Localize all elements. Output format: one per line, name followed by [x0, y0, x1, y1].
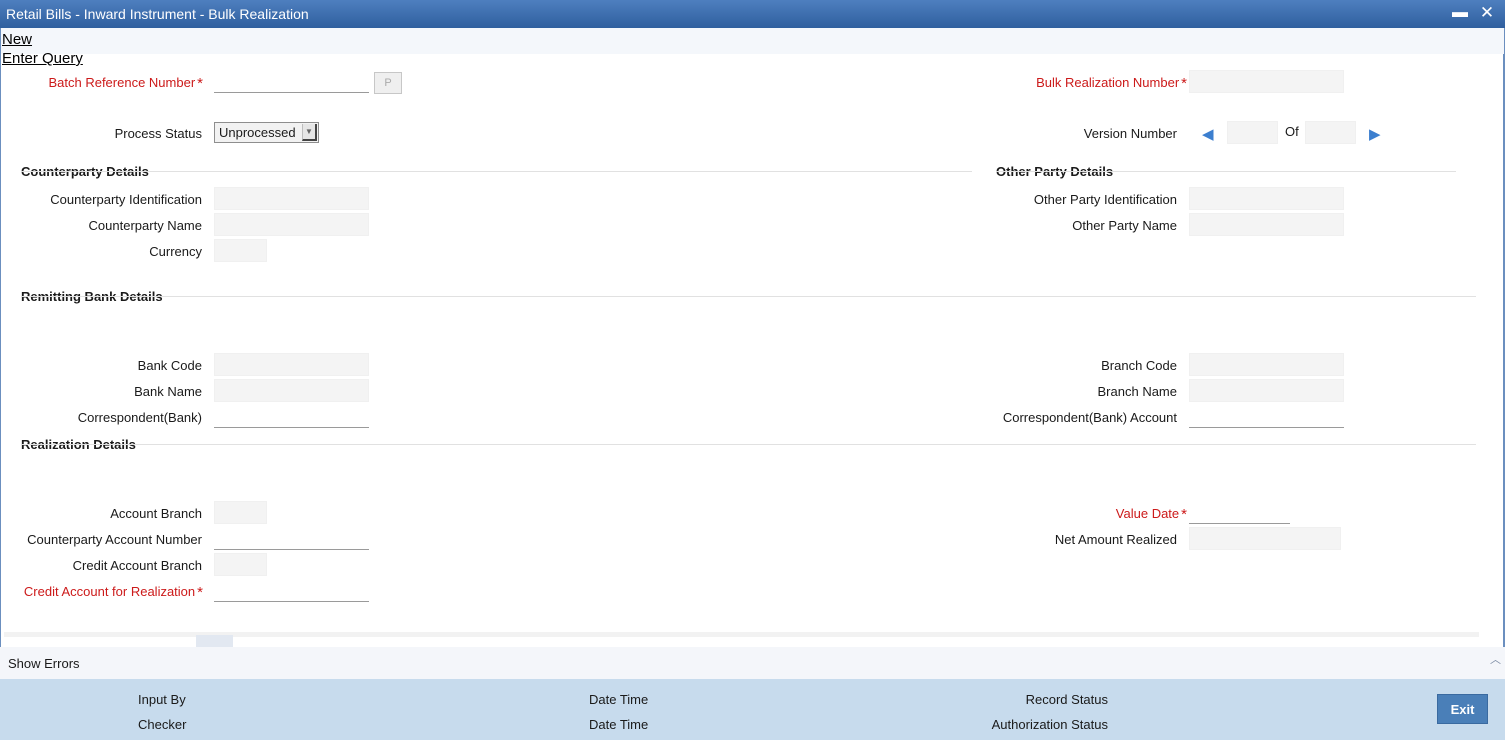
frame-border-left — [0, 28, 1, 740]
errors-bar: Show Errors ︿ — [0, 647, 1505, 679]
version-total-input[interactable] — [1305, 121, 1356, 144]
batch-reference-number-input[interactable] — [214, 70, 369, 93]
pick-list-button[interactable]: P — [374, 72, 402, 94]
account-branch-label: Account Branch — [110, 506, 202, 521]
authorization-status-label: Authorization Status — [991, 717, 1108, 732]
account-branch-input[interactable] — [214, 501, 267, 524]
net-amount-realized-input[interactable] — [1189, 527, 1341, 550]
version-number-label: Version Number — [1083, 126, 1177, 141]
chevron-up-icon[interactable]: ︿ — [1490, 651, 1501, 667]
version-of-label: Of — [1285, 124, 1299, 139]
correspondent-bank-label: Correspondent(Bank) — [77, 410, 202, 425]
audit-footer: Input By Checker Date Time Date Time Rec… — [0, 679, 1505, 740]
currency-input[interactable] — [214, 239, 267, 262]
show-errors-link[interactable]: Show Errors — [8, 656, 80, 671]
other-party-identification-label: Other Party Identification — [1033, 192, 1177, 207]
window-title: Retail Bills - Inward Instrument - Bulk … — [6, 6, 309, 22]
currency-label: Currency — [149, 244, 202, 259]
counterparty-name-input[interactable] — [214, 213, 369, 236]
minimize-icon[interactable]: ▬ — [1450, 3, 1470, 23]
net-amount-realized-label: Net Amount Realized — [1054, 532, 1177, 547]
enter-query-link[interactable]: Enter Query — [2, 50, 83, 67]
section-divider — [21, 171, 972, 172]
other-party-identification-input[interactable] — [1189, 187, 1344, 210]
counterparty-account-number-label: Counterparty Account Number — [27, 532, 202, 547]
counterparty-account-number-input[interactable] — [214, 527, 369, 550]
bank-name-input[interactable] — [214, 379, 369, 402]
collapsed-tab[interactable] — [196, 635, 233, 647]
bulk-realization-number-input[interactable] — [1189, 70, 1344, 93]
close-icon[interactable]: ✕ — [1477, 3, 1497, 23]
correspondent-bank-account-input[interactable] — [1189, 405, 1344, 428]
branch-code-label: Branch Code — [1101, 358, 1177, 373]
credit-account-for-realization-input[interactable] — [214, 579, 369, 602]
input-by-label: Input By — [138, 692, 186, 707]
bulk-realization-number-label: Bulk Realization Number * — [1036, 75, 1187, 92]
counterparty-name-label: Counterparty Name — [88, 218, 202, 233]
version-number-input[interactable] — [1227, 121, 1278, 144]
correspondent-bank-account-label: Correspondent(Bank) Account — [1002, 410, 1177, 425]
bank-name-label: Bank Name — [134, 384, 202, 399]
triangle-left-icon[interactable]: ◀ — [1202, 125, 1214, 143]
other-party-name-input[interactable] — [1189, 213, 1344, 236]
branch-name-label: Branch Name — [1097, 384, 1177, 399]
bank-code-label: Bank Code — [137, 358, 202, 373]
process-status-label: Process Status — [114, 126, 202, 141]
new-link[interactable]: New — [2, 31, 32, 48]
branch-code-input[interactable] — [1189, 353, 1344, 376]
exit-button[interactable]: Exit — [1437, 694, 1488, 724]
section-divider — [21, 444, 1476, 445]
value-date-input[interactable] — [1189, 501, 1290, 524]
other-party-name-label: Other Party Name — [1072, 218, 1177, 233]
bank-code-input[interactable] — [214, 353, 369, 376]
record-status-label: Record Status — [1025, 692, 1108, 707]
section-divider — [21, 296, 1476, 297]
counterparty-identification-label: Counterparty Identification — [50, 192, 202, 207]
process-status-select[interactable]: Unprocessed ▼ — [214, 122, 319, 143]
correspondent-bank-input[interactable] — [214, 405, 369, 428]
credit-account-branch-label: Credit Account Branch — [72, 558, 202, 573]
menu-area — [0, 28, 1505, 54]
title-bar: Retail Bills - Inward Instrument - Bulk … — [0, 0, 1505, 28]
batch-reference-number-label: Batch Reference Number * — [48, 75, 203, 92]
triangle-right-icon[interactable]: ▶ — [1369, 125, 1381, 143]
section-divider — [996, 171, 1456, 172]
counterparty-identification-input[interactable] — [214, 187, 369, 210]
date-time-label: Date Time — [589, 717, 649, 732]
value-date-label: Value Date * — [1115, 506, 1187, 523]
checker-label: Checker — [138, 717, 187, 732]
credit-account-for-realization-label: Credit Account for Realization * — [23, 584, 203, 601]
chevron-down-icon[interactable]: ▼ — [302, 124, 317, 141]
process-status-value: Unprocessed — [219, 125, 296, 140]
date-time-label: Date Time — [589, 692, 649, 707]
credit-account-branch-input[interactable] — [214, 553, 267, 576]
branch-name-input[interactable] — [1189, 379, 1344, 402]
